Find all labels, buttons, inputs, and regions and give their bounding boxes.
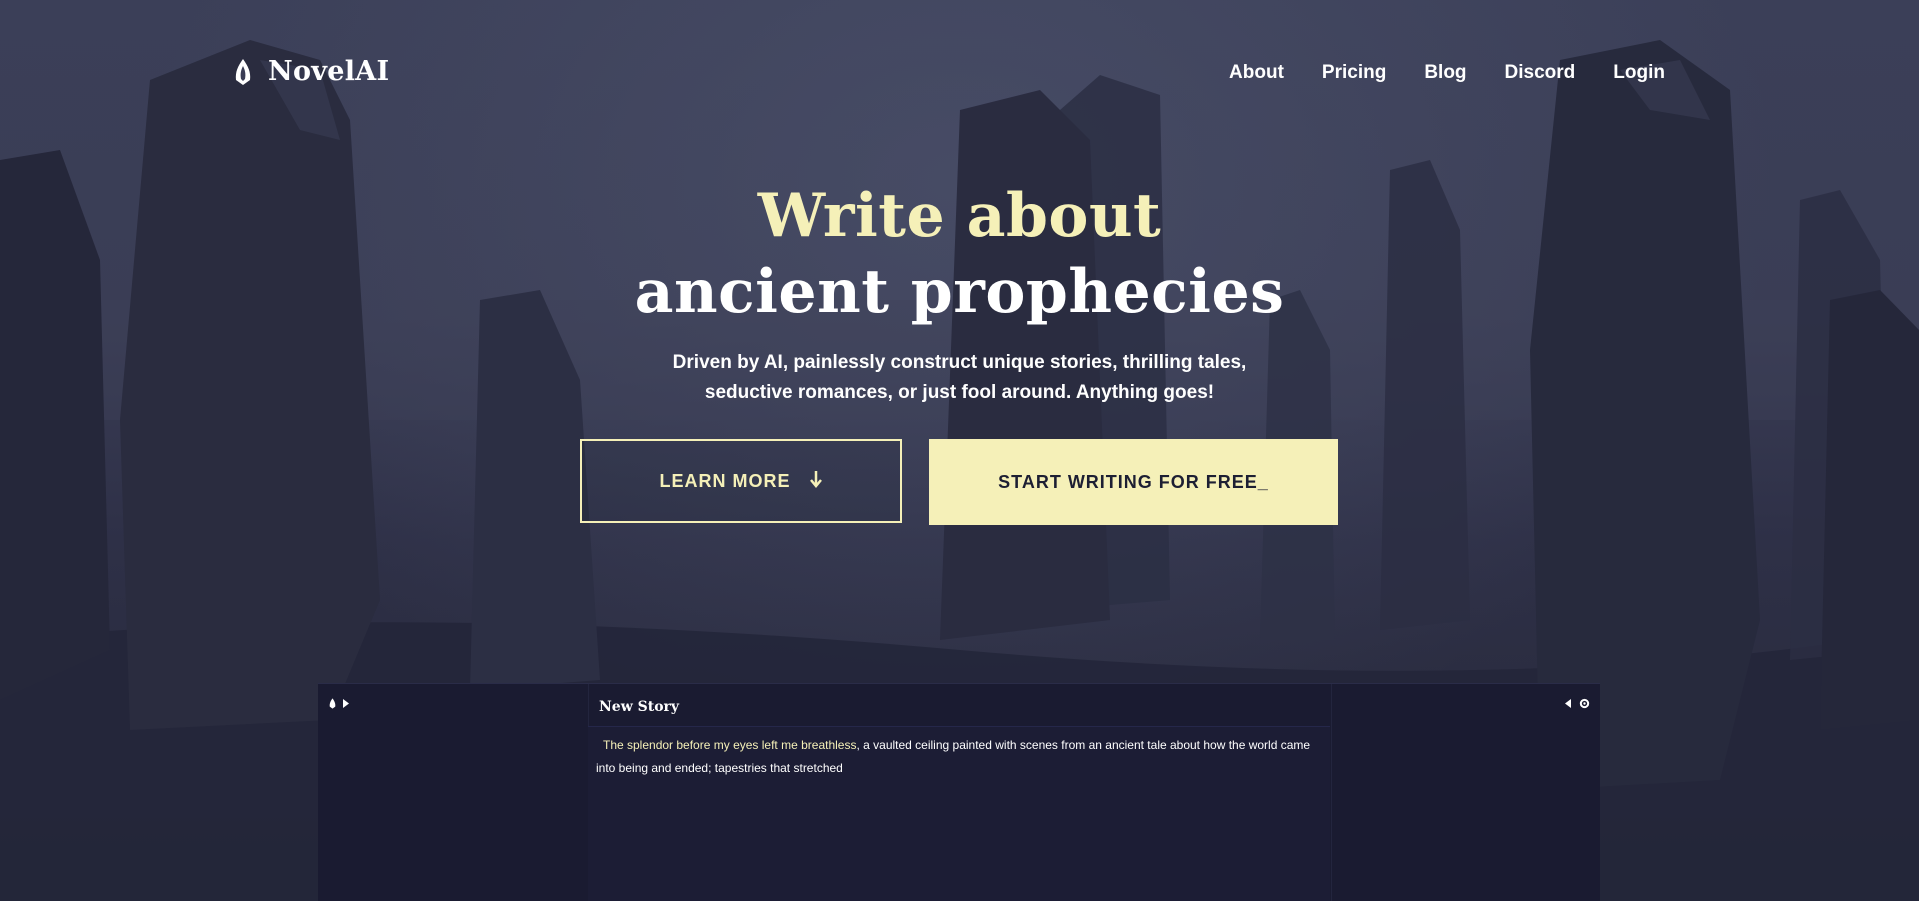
nav-link-pricing[interactable]: Pricing [1322, 62, 1386, 84]
top-nav: About Pricing Blog Discord Login [1229, 62, 1665, 84]
start-writing-button[interactable]: START WRITING FOR FREE_ [929, 439, 1338, 525]
preview-left-toolbar [328, 698, 349, 712]
hero-title-accent: Write about [757, 181, 1162, 251]
nav-link-about[interactable]: About [1229, 62, 1284, 84]
hero-section: Write about ancient prophecies Driven by… [0, 178, 1919, 408]
hero-subtitle: Driven by AI, painlessly construct uniqu… [672, 352, 1247, 403]
preview-right-toolbar [1565, 698, 1590, 712]
story-highlighted-text: The splendor before my eyes left me brea… [603, 738, 857, 752]
app-preview-panel: New Story The splendor before my eyes le… [318, 683, 1600, 901]
start-writing-label: START WRITING FOR FREE_ [998, 471, 1269, 492]
arrow-down-icon [809, 470, 823, 493]
hero-title-main: ancient prophecies [634, 257, 1285, 327]
novelai-quill-icon [232, 58, 254, 86]
nav-link-discord[interactable]: Discord [1505, 62, 1576, 84]
brand-name: NovelAI [268, 56, 390, 87]
learn-more-label: LEARN MORE [659, 470, 791, 491]
nav-link-login[interactable]: Login [1613, 62, 1665, 84]
chevron-left-icon[interactable] [1565, 699, 1571, 711]
novelai-logo-icon [328, 698, 337, 712]
hero-title: Write about ancient prophecies [0, 178, 1919, 330]
story-text: The splendor before my eyes left me brea… [596, 734, 1326, 780]
gear-icon[interactable] [1579, 698, 1590, 712]
story-title[interactable]: New Story [599, 699, 679, 715]
brand-logo-link[interactable]: NovelAI [232, 56, 390, 87]
learn-more-button[interactable]: LEARN MORE [580, 439, 902, 523]
chevron-right-icon[interactable] [343, 699, 349, 711]
nav-link-blog[interactable]: Blog [1424, 62, 1466, 84]
